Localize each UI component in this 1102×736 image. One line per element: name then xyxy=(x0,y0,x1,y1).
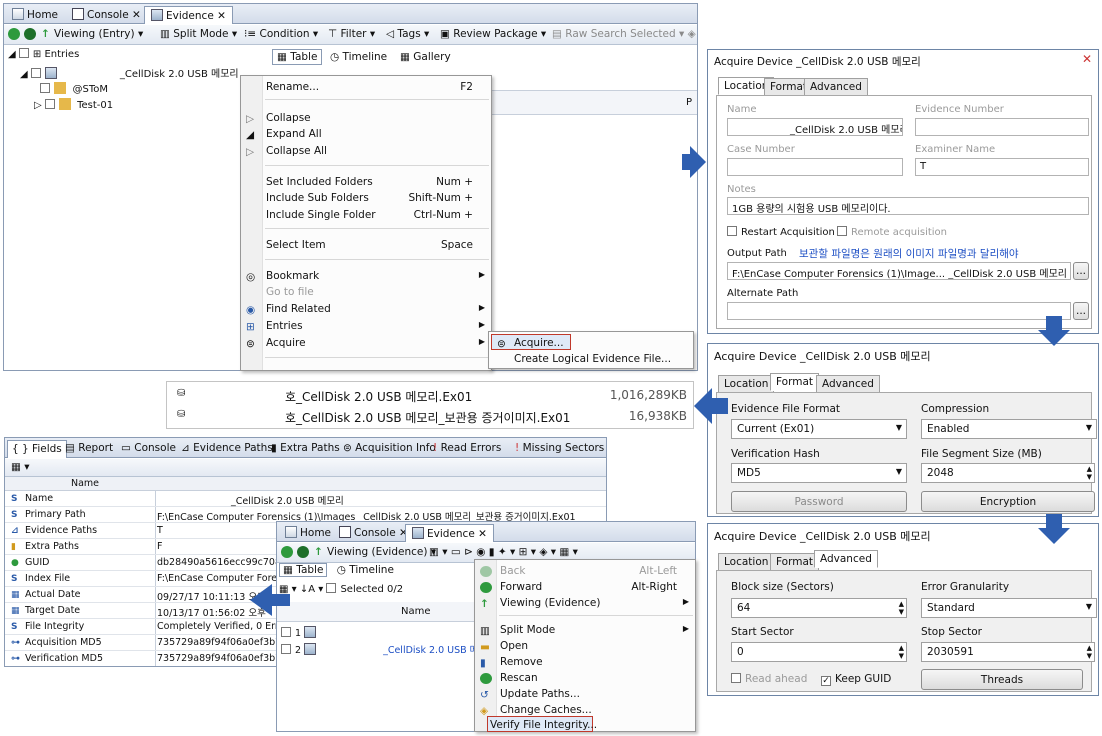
arrow-to-fields-panel xyxy=(250,584,290,616)
flow-arrows xyxy=(250,146,1070,616)
arrow-to-format-dialog xyxy=(1038,316,1070,346)
arrow-to-location-dialog xyxy=(682,146,706,178)
arrow-to-advanced-dialog xyxy=(1038,514,1070,544)
arrow-to-file-list xyxy=(694,388,728,424)
